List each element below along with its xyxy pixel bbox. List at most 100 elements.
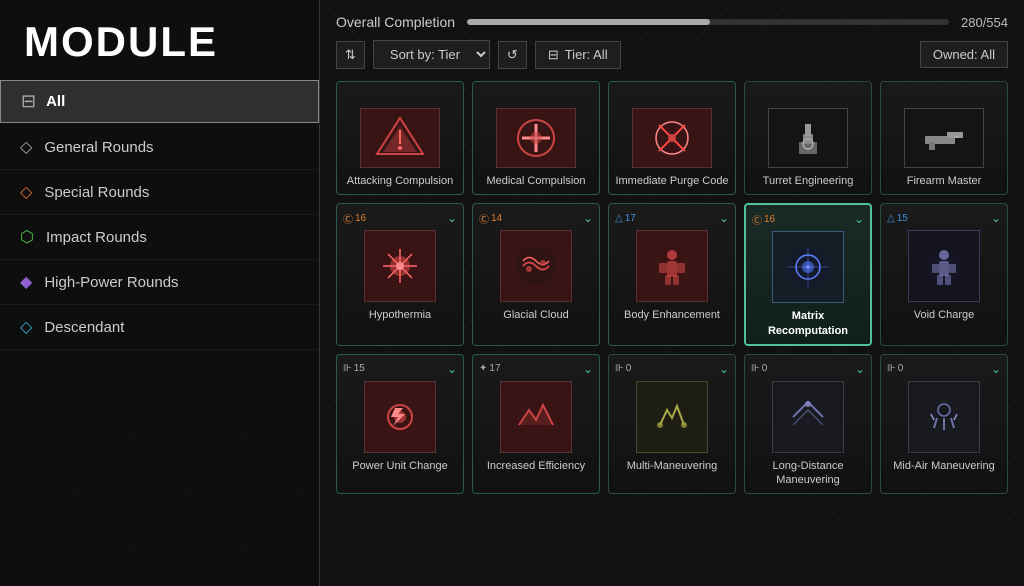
bookmark-icon: ⌄ xyxy=(719,211,729,225)
module-grid: Attacking Compulsion Medical Compulsion xyxy=(336,81,1008,494)
bookmark-icon: ⌄ xyxy=(991,211,1001,225)
card-name: Glacial Cloud xyxy=(503,308,568,322)
layers-icon: ⊟ xyxy=(21,91,36,112)
card-icon-area xyxy=(364,381,436,453)
tier-value: 16 xyxy=(355,213,366,224)
module-card-immediate-purge-code[interactable]: Immediate Purge Code xyxy=(608,81,736,195)
card-icon-area xyxy=(360,108,440,168)
increased-efficiency-icon xyxy=(509,390,563,444)
tier-triple-icon: ⊪ xyxy=(751,363,760,374)
card-header: ⊪ 0 ⌄ xyxy=(751,361,865,377)
tier-filter-button[interactable]: ⊟ Tier: All xyxy=(535,41,621,69)
owned-filter-button[interactable]: Owned: All xyxy=(920,41,1008,68)
bookmark-icon: ⌄ xyxy=(583,211,593,225)
card-icon-area xyxy=(636,381,708,453)
filter-row: ⇅ Sort by: Tier ↺ ⊟ Tier: All Owned: All xyxy=(336,40,1008,69)
module-card-attacking-compulsion[interactable]: Attacking Compulsion xyxy=(336,81,464,195)
card-icon-area xyxy=(908,230,980,302)
high-power-rounds-icon: ◆ xyxy=(20,272,32,292)
sidebar-item-general-rounds[interactable]: ◇ General Rounds xyxy=(0,125,319,170)
glacial-cloud-icon xyxy=(509,239,563,293)
card-icon-area xyxy=(364,230,436,302)
tier-filter-label: Tier: All xyxy=(565,47,608,62)
module-card-body-enhancement[interactable]: △ 17 ⌄ Body Enhance xyxy=(608,203,736,346)
tier-circle-icon: Ⓒ xyxy=(752,212,762,227)
mid-air-maneuvering-icon xyxy=(917,390,971,444)
bookmark-icon: ⌄ xyxy=(855,362,865,376)
module-card-firearm-master[interactable]: Firearm Master xyxy=(880,81,1008,195)
completion-row: Overall Completion 280/554 xyxy=(336,14,1008,30)
module-card-hypothermia[interactable]: Ⓒ 16 ⌄ Hypothermia xyxy=(336,203,464,346)
card-icon-area xyxy=(632,108,712,168)
tier-triple-icon: ⊪ xyxy=(615,363,624,374)
module-card-long-distance-maneuvering[interactable]: ⊪ 0 ⌄ Long-Distance Maneuvering xyxy=(744,354,872,495)
sidebar-item-label: Special Rounds xyxy=(44,184,149,201)
tier-value: 0 xyxy=(762,363,768,374)
tier-value: 15 xyxy=(354,363,365,374)
module-card-turret-engineering[interactable]: Turret Engineering xyxy=(744,81,872,195)
tier-triangle-icon: △ xyxy=(887,213,895,224)
body-enhancement-icon xyxy=(645,239,699,293)
module-card-multi-maneuvering[interactable]: ⊪ 0 ⌄ Multi-Maneuvering xyxy=(608,354,736,495)
completion-bar-bg xyxy=(467,19,949,25)
sidebar-item-label: High-Power Rounds xyxy=(44,274,178,291)
card-name: Mid-Air Maneuvering xyxy=(893,459,994,473)
tier-badge: ⊪ 15 xyxy=(343,363,365,374)
card-header xyxy=(479,88,593,104)
module-card-glacial-cloud[interactable]: Ⓒ 14 ⌄ Glacial Cloud xyxy=(472,203,600,346)
sidebar-item-high-power-rounds[interactable]: ◆ High-Power Rounds xyxy=(0,260,319,305)
module-card-medical-compulsion[interactable]: Medical Compulsion xyxy=(472,81,600,195)
page-title: Module xyxy=(0,0,319,80)
bookmark-icon: ⌄ xyxy=(583,362,593,376)
tier-triple-icon: ⊪ xyxy=(887,363,896,374)
tier-layers-icon: ⊟ xyxy=(548,47,559,63)
power-unit-icon xyxy=(373,390,427,444)
tier-triple-icon: ⊪ xyxy=(343,363,352,374)
module-card-mid-air-maneuvering[interactable]: ⊪ 0 ⌄ Mid-Air Maneuvering xyxy=(880,354,1008,495)
sidebar-all-label: All xyxy=(46,93,65,110)
completion-bar-fill xyxy=(467,19,710,25)
card-header: △ 15 ⌄ xyxy=(887,210,1001,226)
tier-value: 15 xyxy=(897,213,908,224)
long-distance-maneuvering-icon xyxy=(781,390,835,444)
card-icon-area xyxy=(636,230,708,302)
card-header: ⊪ 0 ⌄ xyxy=(887,361,1001,377)
module-card-matrix-recomputation[interactable]: Ⓒ 16 ⌄ Matrix Recomputation xyxy=(744,203,872,346)
matrix-recomputation-icon xyxy=(781,240,835,294)
tier-badge: △ 17 xyxy=(615,213,636,224)
sidebar-item-impact-rounds[interactable]: ⬡ Impact Rounds xyxy=(0,215,319,260)
reset-filter-button[interactable]: ↺ xyxy=(498,41,527,69)
card-icon-area xyxy=(500,381,572,453)
tier-badge: ⊪ 0 xyxy=(615,363,631,374)
tier-circle-icon: Ⓒ xyxy=(343,211,353,226)
sidebar-item-descendant[interactable]: ◇ Descendant xyxy=(0,305,319,350)
sidebar-item-special-rounds[interactable]: ◇ Special Rounds xyxy=(0,170,319,215)
module-card-increased-efficiency[interactable]: ✦ 17 ⌄ Increased Efficiency xyxy=(472,354,600,495)
tier-badge: ✦ 17 xyxy=(479,363,501,374)
sidebar-item-all[interactable]: ⊟ All xyxy=(0,80,319,123)
medical-compulsion-icon xyxy=(509,114,563,162)
card-name: Long-Distance Maneuvering xyxy=(751,459,865,488)
module-card-power-unit-change[interactable]: ⊪ 15 ⌄ Power Unit Change xyxy=(336,354,464,495)
sort-by-select[interactable]: Sort by: Tier xyxy=(373,40,490,69)
card-name: Immediate Purge Code xyxy=(615,174,728,188)
module-card-void-charge[interactable]: △ 15 ⌄ Void Charge xyxy=(880,203,1008,346)
card-icon-area xyxy=(500,230,572,302)
card-header xyxy=(887,88,1001,104)
tier-badge: Ⓒ 16 xyxy=(343,211,366,226)
tier-value: 16 xyxy=(764,214,775,225)
card-header: ⊪ 0 ⌄ xyxy=(615,361,729,377)
card-header: Ⓒ 16 ⌄ xyxy=(343,210,457,226)
card-name: Turret Engineering xyxy=(763,174,854,188)
filter-icon-button[interactable]: ⇅ xyxy=(336,41,365,69)
card-icon-area xyxy=(908,381,980,453)
card-header: △ 17 ⌄ xyxy=(615,210,729,226)
impact-rounds-icon: ⬡ xyxy=(20,227,34,247)
tier-badge: ⊪ 0 xyxy=(887,363,903,374)
owned-filter-label: Owned: All xyxy=(933,47,995,62)
purge-code-icon xyxy=(645,114,699,162)
card-header xyxy=(343,88,457,104)
tier-value: 14 xyxy=(491,213,502,224)
descendant-icon: ◇ xyxy=(20,317,32,337)
card-name: Attacking Compulsion xyxy=(347,174,453,188)
